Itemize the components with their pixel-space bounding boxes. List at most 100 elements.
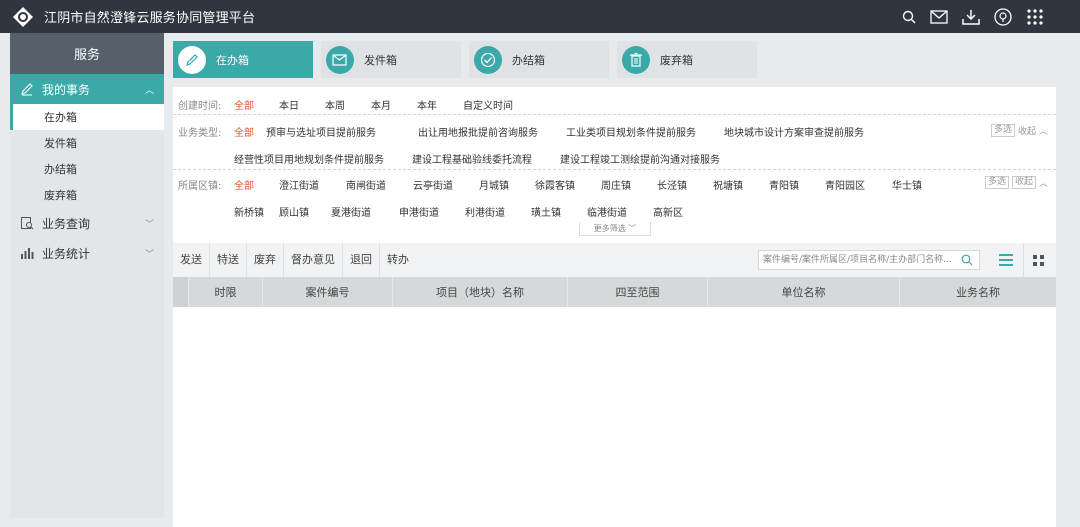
filter-option[interactable]: 预审与选址项目提前服务 [266,124,418,139]
search-icon[interactable] [902,10,916,24]
filter-option[interactable]: 建设工程基础验线委托流程 [412,151,560,166]
filter-option[interactable]: 本日 [279,97,325,112]
more-filters-button[interactable]: 更多筛选 ﹀ [579,222,651,236]
divider [1023,243,1024,277]
chevron-down-icon: ﹀ [144,220,154,230]
tab-inbox[interactable]: 在办箱 [173,41,313,78]
multi-select-button[interactable]: 多选 [984,176,1009,189]
filter-row-biz-type: 业务类型: 全部 预审与选址项目提前服务 出让用地报批提前咨询服务 工业类项目规… [178,124,864,139]
chevron-down-icon: ﹀ [144,250,154,260]
filter-option[interactable]: 顾山镇 [279,204,331,219]
user-icon[interactable] [994,7,1012,26]
chevron-up-icon: ︿ [144,86,154,96]
filter-option[interactable]: 利港街道 [465,204,531,219]
top-bar: 江阴市自然澄锋云服务协同管理平台 [0,0,1080,33]
mail-icon[interactable] [930,9,948,24]
supervision-opinion-button[interactable]: 督办意见 [284,243,343,277]
filter-option[interactable]: 经营性项目用地规划条件提前服务 [234,151,412,166]
filter-option[interactable]: 青阳园区 [825,177,892,192]
sidebar-item-trash[interactable]: 废弃箱 [10,182,164,208]
search-placeholder: 案件编号/案件所属区/项目名称/主办部门名称... [763,255,952,265]
app-logo-icon [12,6,34,28]
grid-view-icon[interactable] [1033,252,1045,271]
discard-button[interactable]: 废弃 [247,243,284,277]
filter-option[interactable]: 璜土镇 [531,204,587,219]
filter-option[interactable]: 临港街道 [587,204,653,219]
divider [173,169,1056,170]
sidebar-group-stats[interactable]: 业务统计 ﹀ [10,238,164,268]
search-doc-icon [20,216,34,230]
column-header[interactable]: 业务名称 [900,277,1056,307]
filter-row-created: 创建时间: 全部 本日 本周 本月 本年 自定义时间 [178,97,513,112]
collapse-button[interactable]: 收起 [1011,176,1036,189]
tab-trash[interactable]: 废弃箱 [617,41,757,78]
filter-option[interactable]: 青阳镇 [769,177,825,192]
tab-done[interactable]: 办结箱 [469,41,609,78]
filter-label: 所属区镇: [178,181,222,192]
filter-option[interactable]: 南闸街道 [346,177,413,192]
download-icon[interactable] [962,9,980,25]
tab-label: 在办箱 [216,53,249,67]
list-view-icon[interactable] [999,251,1013,270]
filter-option[interactable]: 长泾镇 [657,177,713,192]
filter-option[interactable]: 全部 [234,177,279,192]
column-header[interactable]: 项目（地块）名称 [393,277,568,307]
column-header[interactable]: 单位名称 [708,277,900,307]
search-input[interactable]: 案件编号/案件所属区/项目名称/主办部门名称... [758,250,980,270]
column-header[interactable]: 四至范围 [568,277,708,307]
filter-option[interactable]: 工业类项目规划条件提前服务 [566,124,724,139]
more-filters-label: 更多筛选 [593,224,626,233]
bar-chart-icon [20,246,34,260]
district-multi-controls: 多选 收起 ︿ [984,176,1048,189]
search-icon[interactable] [961,254,973,273]
check-icon [474,45,502,74]
sidebar-item-done[interactable]: 办结箱 [10,156,164,182]
special-send-button[interactable]: 特送 [210,243,247,277]
chevron-up-icon: ︿ [1038,127,1048,137]
filter-option[interactable]: 澄江街道 [279,177,346,192]
filter-option[interactable]: 出让用地报批提前咨询服务 [418,124,566,139]
filter-option[interactable]: 云亭街道 [413,177,479,192]
sidebar-group-my-affairs[interactable]: 我的事务 ︿ [10,74,164,104]
filter-option[interactable]: 自定义时间 [463,97,513,112]
tab-label: 发件箱 [364,53,397,67]
action-toolbar: 发送 特送 废弃 督办意见 退回 转办 案件编号/案件所属区/项目名称/主办部门… [173,243,1056,277]
filter-option[interactable]: 本周 [325,97,371,112]
pen-icon [20,82,34,96]
pen-icon [178,45,206,74]
filter-option[interactable]: 周庄镇 [601,177,657,192]
filter-option[interactable]: 徐霞客镇 [535,177,601,192]
column-header[interactable]: 案件编号 [263,277,393,307]
filter-row-district-2: 新桥镇 顾山镇 夏港街道 申港街道 利港街道 璜土镇 临港街道 高新区 [234,204,683,219]
apps-grid-icon[interactable] [1026,8,1044,26]
filter-option[interactable]: 高新区 [653,204,683,219]
filter-option[interactable]: 华士镇 [892,177,922,192]
column-header[interactable]: 时限 [189,277,263,307]
multi-select-button[interactable]: 多选 [990,124,1015,137]
return-button[interactable]: 退回 [343,243,380,277]
row-select-column [173,277,189,307]
filter-option[interactable]: 月城镇 [479,177,535,192]
filter-option[interactable]: 本年 [417,97,463,112]
filter-label: 创建时间: [178,101,222,112]
filter-option[interactable]: 新桥镇 [234,204,279,219]
table-header: 时限 案件编号 项目（地块）名称 四至范围 单位名称 业务名称 [173,277,1056,307]
divider [173,114,1056,115]
filter-option[interactable]: 全部 [234,97,279,112]
filter-option[interactable]: 地块城市设计方案审查提前服务 [724,124,864,139]
filter-option[interactable]: 本月 [371,97,417,112]
filter-option[interactable]: 建设工程竣工测绘提前沟通对接服务 [560,151,720,166]
sidebar-item-outbox[interactable]: 发件箱 [10,130,164,156]
filter-option[interactable]: 夏港街道 [331,204,399,219]
tab-outbox[interactable]: 发件箱 [321,41,461,78]
transfer-button[interactable]: 转办 [380,243,416,277]
collapse-button[interactable]: 收起 [1018,124,1036,137]
sidebar-item-inbox[interactable]: 在办箱 [10,104,164,130]
sidebar-group-query[interactable]: 业务查询 ﹀ [10,208,164,238]
sidebar-group-label: 我的事务 [42,82,91,97]
send-button[interactable]: 发送 [173,243,210,277]
tab-label: 办结箱 [512,53,545,67]
filter-option[interactable]: 申港街道 [399,204,465,219]
filter-option[interactable]: 全部 [234,124,266,139]
filter-option[interactable]: 祝塘镇 [713,177,769,192]
